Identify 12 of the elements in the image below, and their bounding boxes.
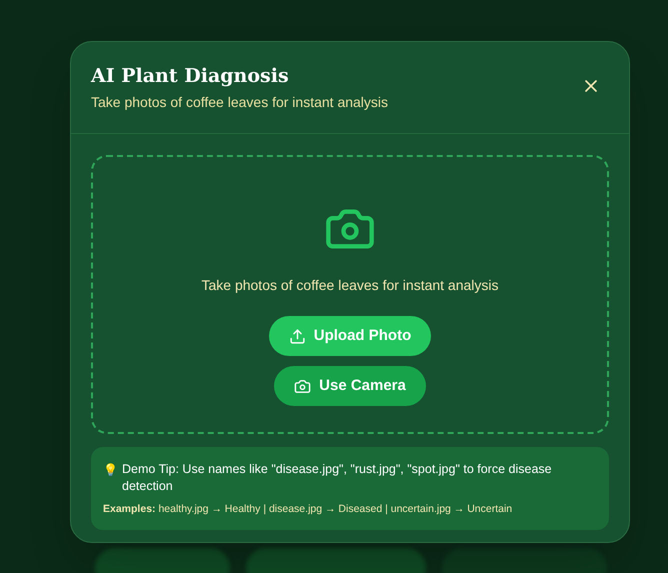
lightbulb-icon: 💡	[103, 461, 118, 479]
upload-icon	[288, 328, 306, 344]
use-camera-button[interactable]: Use Camera	[274, 366, 426, 406]
examples-label: Examples:	[103, 503, 156, 515]
dropzone-prompt: Take photos of coffee leaves for instant analysis	[201, 276, 499, 295]
upload-photo-button[interactable]: Upload Photo	[268, 316, 432, 356]
examples-text: healthy.jpg → Healthy | disease.jpg → Diseased | uncertain.jpg → Uncertain	[158, 503, 512, 515]
dialog-subtitle: Take photos of coffee leaves for instant analysis	[91, 93, 388, 112]
camera-icon	[294, 378, 312, 394]
dialog-title: AI Plant Diagnosis	[91, 64, 290, 88]
tip-text: Demo Tip: Use names like "disease.jpg", "rust.jpg", "spot.jpg" to force disease detection	[122, 461, 553, 495]
dropzone[interactable]: Take photos of coffee leaves for instant analysis Upload Photo Use Camera	[91, 155, 609, 434]
